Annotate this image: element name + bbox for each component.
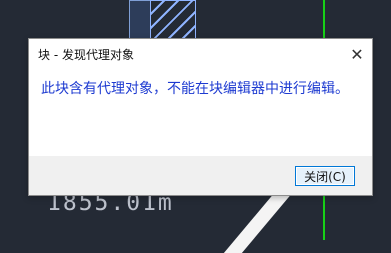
dialog-message: 此块含有代理对象，不能在块编辑器中进行编辑。 — [41, 81, 349, 97]
dialog-footer: 关闭(C) — [29, 156, 372, 195]
close-button[interactable]: 关闭(C) — [295, 166, 355, 186]
dialog-title: 块 - 发现代理对象 — [38, 48, 134, 62]
proxy-object-dialog: 块 - 发现代理对象 ✕ 此块含有代理对象，不能在块编辑器中进行编辑。 关闭(C… — [28, 38, 373, 196]
close-icon[interactable]: ✕ — [342, 39, 372, 69]
dialog-titlebar: 块 - 发现代理对象 ✕ — [29, 39, 372, 69]
